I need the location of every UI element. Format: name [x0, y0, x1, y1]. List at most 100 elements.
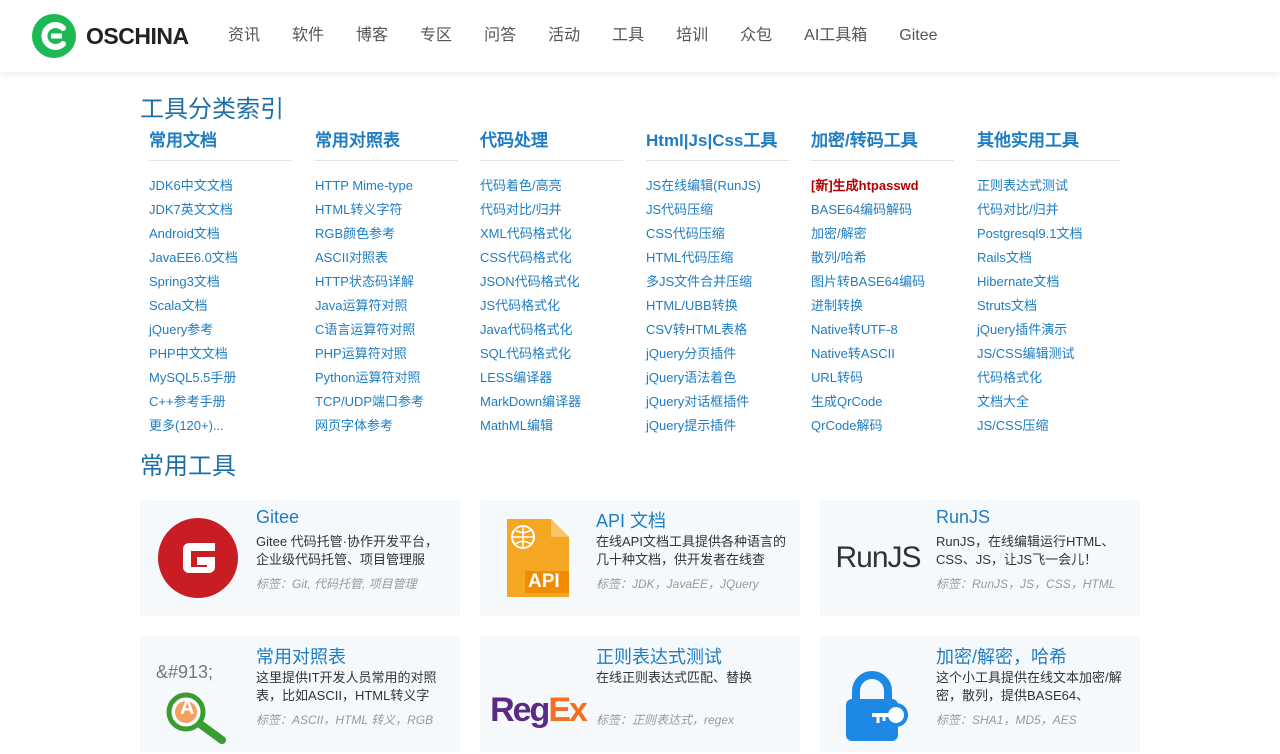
card-title[interactable]: RunJS	[936, 507, 990, 528]
category-link[interactable]: Native转ASCII	[811, 346, 895, 361]
nav-item[interactable]: 众包	[724, 0, 788, 72]
category-link[interactable]: HTTP Mime-type	[315, 178, 413, 193]
category-link[interactable]: 正则表达式测试	[977, 178, 1068, 193]
category-link[interactable]: PHP中文文档	[149, 346, 228, 361]
nav-item[interactable]: 软件	[276, 0, 340, 72]
category-link[interactable]: JS代码压缩	[646, 202, 713, 217]
category-link[interactable]: XML代码格式化	[480, 226, 572, 241]
nav-item[interactable]: Gitee	[883, 0, 953, 72]
category-link[interactable]: CSS代码压缩	[646, 226, 725, 241]
category-link[interactable]: JDK6中文文档	[149, 178, 233, 193]
category-link[interactable]: ASCII对照表	[315, 250, 388, 265]
category-link[interactable]: JavaEE6.0文档	[149, 250, 238, 265]
category-link[interactable]: C++参考手册	[149, 394, 226, 409]
tool-card-encryption[interactable]: 加密/解密，哈希 这个小工具提供在线文本加密/解密，散列，提供BASE64、 标…	[820, 636, 1140, 752]
category-link[interactable]: 散列/哈希	[811, 250, 867, 265]
category-link[interactable]: 多JS文件合并压缩	[646, 274, 752, 289]
list-item: HTTP状态码详解	[315, 270, 458, 294]
category-link[interactable]: Postgresql9.1文档	[977, 226, 1083, 241]
regex-logo-icon: RegEx	[490, 666, 588, 754]
new-htpasswd-link[interactable]: [新]生成htpasswd	[811, 178, 919, 193]
category-link[interactable]: JS/CSS编辑测试	[977, 346, 1075, 361]
list-item: Java运算符对照	[315, 294, 458, 318]
category-link[interactable]: HTML代码压缩	[646, 250, 733, 265]
list-item: 更多(120+)...	[149, 414, 292, 438]
category-link[interactable]: jQuery参考	[149, 322, 213, 337]
category-link[interactable]: 代码对比/归并	[480, 202, 562, 217]
category-link[interactable]: 代码对比/归并	[977, 202, 1059, 217]
category-link[interactable]: HTTP状态码详解	[315, 274, 414, 289]
card-title[interactable]: API 文档	[596, 507, 666, 533]
category-link[interactable]: 进制转换	[811, 298, 863, 313]
category-link[interactable]: 文档大全	[977, 394, 1029, 409]
category-link[interactable]: Rails文档	[977, 250, 1032, 265]
category-link[interactable]: Struts文档	[977, 298, 1037, 313]
nav-item[interactable]: 专区	[404, 0, 468, 72]
list-item: 加密/解密	[811, 222, 954, 246]
category-link[interactable]: jQuery对话框插件	[646, 394, 749, 409]
category-link[interactable]: Android文档	[149, 226, 220, 241]
category-link[interactable]: 生成QrCode	[811, 394, 883, 409]
category-link[interactable]: SQL代码格式化	[480, 346, 571, 361]
category-link[interactable]: HTML/UBB转换	[646, 298, 738, 313]
category-link[interactable]: TCP/UDP端口参考	[315, 394, 424, 409]
nav-item[interactable]: 工具	[596, 0, 660, 72]
category-link[interactable]: 图片转BASE64编码	[811, 274, 925, 289]
category-link[interactable]: JS/CSS压缩	[977, 418, 1049, 433]
tool-card-reference-tables[interactable]: &#913; A 常用对照表 这里提供IT开发人员常用的对照表，比如ASCII，…	[140, 636, 460, 752]
list-item: 进制转换	[811, 294, 954, 318]
category-link[interactable]: 代码格式化	[977, 370, 1042, 385]
category-link[interactable]: RGB颜色参考	[315, 226, 395, 241]
category-link[interactable]: JS代码格式化	[480, 298, 560, 313]
card-title[interactable]: 常用对照表	[256, 643, 346, 669]
category-link[interactable]: URL转码	[811, 370, 863, 385]
category-link[interactable]: CSS代码格式化	[480, 250, 572, 265]
category-link[interactable]: Java代码格式化	[480, 322, 572, 337]
category-link[interactable]: Hibernate文档	[977, 274, 1059, 289]
category-link[interactable]: Scala文档	[149, 298, 208, 313]
category-link[interactable]: 加密/解密	[811, 226, 867, 241]
nav-item[interactable]: 培训	[660, 0, 724, 72]
nav-item[interactable]: 资讯	[212, 0, 276, 72]
category-link[interactable]: HTML转义字符	[315, 202, 402, 217]
category-link[interactable]: jQuery分页插件	[646, 346, 736, 361]
category-link[interactable]: CSV转HTML表格	[646, 322, 747, 337]
category-link[interactable]: 代码着色/高亮	[480, 178, 562, 193]
category-link[interactable]: MarkDown编译器	[480, 394, 581, 409]
list-item: PHP运算符对照	[315, 342, 458, 366]
category-link[interactable]: Native转UTF-8	[811, 322, 898, 337]
card-description: RunJS，在线编辑运行HTML、CSS、JS，让JS飞一会儿！	[936, 534, 1115, 567]
category-link[interactable]: QrCode解码	[811, 418, 883, 433]
category-link[interactable]: BASE64编码解码	[811, 202, 912, 217]
oschina-logo[interactable]: OSCHINA	[32, 14, 189, 58]
category-link[interactable]: Python运算符对照	[315, 370, 420, 385]
logo-text: OSCHINA	[86, 22, 189, 49]
category-link[interactable]: 网页字体参考	[315, 418, 393, 433]
card-title[interactable]: Gitee	[256, 507, 299, 528]
category-link[interactable]: jQuery语法着色	[646, 370, 736, 385]
category-link[interactable]: jQuery提示插件	[646, 418, 736, 433]
tool-card-runjs[interactable]: RunJS RunJS RunJS，在线编辑运行HTML、CSS、JS，让JS飞…	[820, 500, 1140, 616]
nav-item[interactable]: AI工具箱	[788, 0, 883, 72]
category-link[interactable]: MathML编辑	[480, 418, 553, 433]
card-title[interactable]: 正则表达式测试	[596, 643, 722, 669]
category-link[interactable]: jQuery插件演示	[977, 322, 1067, 337]
tool-card-regex[interactable]: RegEx 正则表达式测试 在线正则表达式匹配、替换 标签：正则表达式，rege…	[480, 636, 800, 752]
tool-card-gitee[interactable]: Gitee Gitee 代码托管·协作开发平台，企业级代码托管、项目管理服 标签…	[140, 500, 460, 616]
tool-card-api-doc[interactable]: API API 文档 在线API文档工具提供各种语言的几十种文档，供开发者在线查…	[480, 500, 800, 616]
category-link[interactable]: C语言运算符对照	[315, 322, 415, 337]
category-link[interactable]: Java运算符对照	[315, 298, 407, 313]
category-link[interactable]: Spring3文档	[149, 274, 220, 289]
list-item: 生成QrCode	[811, 390, 954, 414]
more-link[interactable]: 更多(120+)...	[149, 418, 224, 433]
category-link[interactable]: LESS编译器	[480, 370, 552, 385]
category-link[interactable]: MySQL5.5手册	[149, 370, 236, 385]
category-link[interactable]: JSON代码格式化	[480, 274, 580, 289]
category-link[interactable]: JS在线编辑(RunJS)	[646, 178, 761, 193]
category-link[interactable]: JDK7英文文档	[149, 202, 233, 217]
nav-item[interactable]: 问答	[468, 0, 532, 72]
card-title[interactable]: 加密/解密，哈希	[936, 643, 1067, 669]
nav-item[interactable]: 活动	[532, 0, 596, 72]
category-link[interactable]: PHP运算符对照	[315, 346, 407, 361]
nav-item[interactable]: 博客	[340, 0, 404, 72]
